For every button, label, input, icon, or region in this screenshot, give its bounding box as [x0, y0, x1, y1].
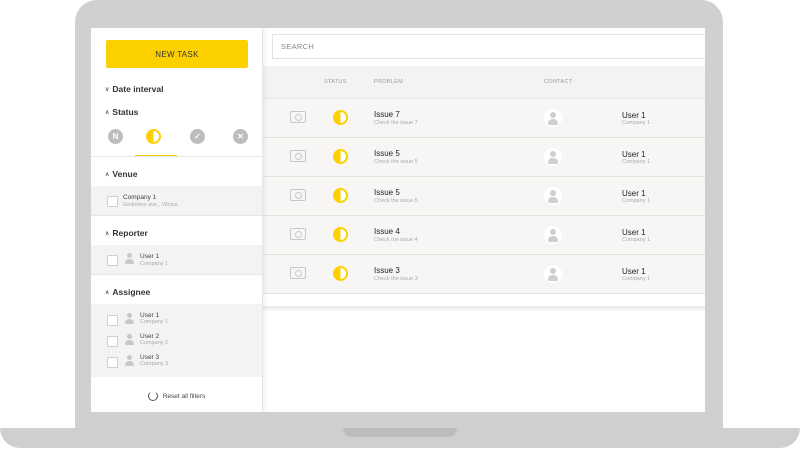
- contact-column-header[interactable]: CONTACT: [544, 79, 572, 85]
- table-row[interactable]: Issue 3 Check the issue 3 User 1 Company…: [262, 255, 705, 294]
- reset-label: Reset all filters: [162, 392, 206, 400]
- avatar: [124, 334, 134, 345]
- venue-name: Company 1: [123, 194, 157, 201]
- reporter-item[interactable]: User 1 Company 1: [91, 245, 262, 274]
- reporter-name: User 1: [140, 253, 160, 260]
- problem-subtitle: Check the issue 3: [374, 276, 418, 282]
- divider: [91, 156, 262, 157]
- search-input[interactable]: SEARCH: [272, 34, 705, 59]
- assignee-toggle[interactable]: ∧ Assignee: [105, 287, 150, 297]
- search-bar: SEARCH: [262, 28, 705, 66]
- camera-icon[interactable]: [290, 267, 306, 279]
- problem-subtitle: Check the issue 5: [374, 159, 418, 165]
- status-label: Status: [112, 107, 139, 117]
- assignee-label: Assignee: [112, 287, 151, 297]
- problem-subtitle: Check the issue 7: [374, 120, 418, 126]
- contact-company: Company 1: [622, 198, 651, 204]
- contact-name: User 1: [622, 267, 646, 276]
- problem-title: Issue 3: [374, 266, 400, 275]
- contact-name: User 1: [622, 111, 646, 120]
- app-screen: NEW TASK ∨ Date interval ∧ Status N ✓ ✕ ∧ V…: [91, 28, 705, 412]
- contact-company: Company 1: [622, 159, 651, 165]
- avatar: [544, 187, 562, 205]
- half-circle-status-icon: [333, 227, 348, 242]
- venue-address: Gedimino ave., Vilnius: [123, 202, 178, 208]
- assignee-name: User 2: [140, 333, 160, 340]
- avatar: [544, 148, 562, 166]
- new-task-button[interactable]: NEW TASK: [106, 40, 248, 68]
- reporter-toggle[interactable]: ∧ Reporter: [105, 228, 148, 238]
- status-toggle[interactable]: ∧ Status: [105, 107, 138, 117]
- checkbox[interactable]: [107, 315, 118, 326]
- avatar: [544, 226, 562, 244]
- camera-icon[interactable]: [290, 228, 306, 240]
- problem-title: Issue 7: [374, 110, 400, 119]
- venue-label: Venue: [112, 169, 138, 179]
- avatar: [124, 253, 134, 264]
- reporter-label: Reporter: [112, 228, 148, 238]
- venue-toggle[interactable]: ∧ Venue: [105, 169, 137, 179]
- table-header: STATUS PROBLEM CONTACT: [262, 66, 705, 99]
- n-status-icon[interactable]: N: [108, 129, 123, 144]
- date-interval-label: Date interval: [112, 84, 164, 94]
- problem-title: Issue 5: [374, 149, 400, 158]
- contact-company: Company 1: [622, 237, 651, 243]
- problem-column-header[interactable]: PROBLEM: [374, 79, 403, 85]
- date-interval-toggle[interactable]: ∨ Date interval: [105, 84, 163, 94]
- problem-title: Issue 5: [374, 188, 400, 197]
- problem-subtitle: Check the issue 4: [374, 237, 418, 243]
- assignee-company: Company 2: [140, 340, 169, 346]
- table-row[interactable]: Issue 7 Check the issue 7 User 1 Company…: [262, 99, 705, 138]
- chevron-up-icon: ∧: [105, 231, 110, 238]
- table-bottom-shadow: [262, 306, 705, 312]
- assignee-company: Company 3: [140, 361, 169, 367]
- avatar: [544, 265, 562, 283]
- table-row[interactable]: Issue 5 Check the issue 5 User 1 Company…: [262, 138, 705, 177]
- assignee-name: User 3: [140, 354, 160, 361]
- half-circle-status-icon: [333, 110, 348, 125]
- camera-icon[interactable]: [290, 189, 306, 201]
- status-column-header[interactable]: STATUS: [324, 79, 347, 85]
- status-filter-group: N ✓ ✕: [91, 126, 262, 152]
- checkbox[interactable]: [107, 357, 118, 368]
- half-circle-status-icon: [333, 188, 348, 203]
- avatar: [544, 109, 562, 127]
- checkbox[interactable]: [107, 196, 118, 207]
- contact-company: Company 1: [622, 276, 651, 282]
- filter-sidebar: NEW TASK ∨ Date interval ∧ Status N ✓ ✕ ∧ V…: [91, 28, 263, 412]
- venue-item[interactable]: Company 1 Gedimino ave., Vilnius: [91, 186, 262, 215]
- assignee-company: Company 1: [140, 319, 169, 325]
- checkbox[interactable]: [107, 255, 118, 266]
- chevron-up-icon: ∧: [105, 172, 110, 179]
- chevron-up-icon: ∧: [105, 290, 110, 297]
- chevron-down-icon: ∨: [105, 87, 110, 94]
- check-status-icon[interactable]: ✓: [190, 129, 205, 144]
- contact-name: User 1: [622, 228, 646, 237]
- problem-title: Issue 4: [374, 227, 400, 236]
- avatar: [124, 313, 134, 324]
- checkbox[interactable]: [107, 336, 118, 347]
- assignee-list: User 1 Company 1 User 2 Company 2 User 3…: [91, 304, 262, 377]
- contact-name: User 1: [622, 189, 646, 198]
- camera-icon[interactable]: [290, 111, 306, 123]
- chevron-up-icon: ∧: [105, 110, 110, 117]
- camera-icon[interactable]: [290, 150, 306, 162]
- laptop-notch: [343, 428, 457, 437]
- problem-subtitle: Check the issue 5: [374, 198, 418, 204]
- half-circle-status-icon[interactable]: [146, 129, 161, 144]
- divider: [91, 215, 262, 216]
- refresh-icon: [147, 391, 158, 401]
- contact-company: Company 1: [622, 120, 651, 126]
- reset-filters-button[interactable]: Reset all filters: [91, 386, 262, 406]
- x-status-icon[interactable]: ✕: [233, 129, 248, 144]
- half-circle-status-icon: [333, 149, 348, 164]
- reporter-company: Company 1: [140, 261, 169, 267]
- half-circle-status-icon: [333, 266, 348, 281]
- assignee-name: User 1: [140, 312, 160, 319]
- divider: [91, 274, 262, 275]
- avatar: [124, 355, 134, 366]
- table-row[interactable]: Issue 5 Check the issue 5 User 1 Company…: [262, 177, 705, 216]
- contact-name: User 1: [622, 150, 646, 159]
- table-row[interactable]: Issue 4 Check the issue 4 User 1 Company…: [262, 216, 705, 255]
